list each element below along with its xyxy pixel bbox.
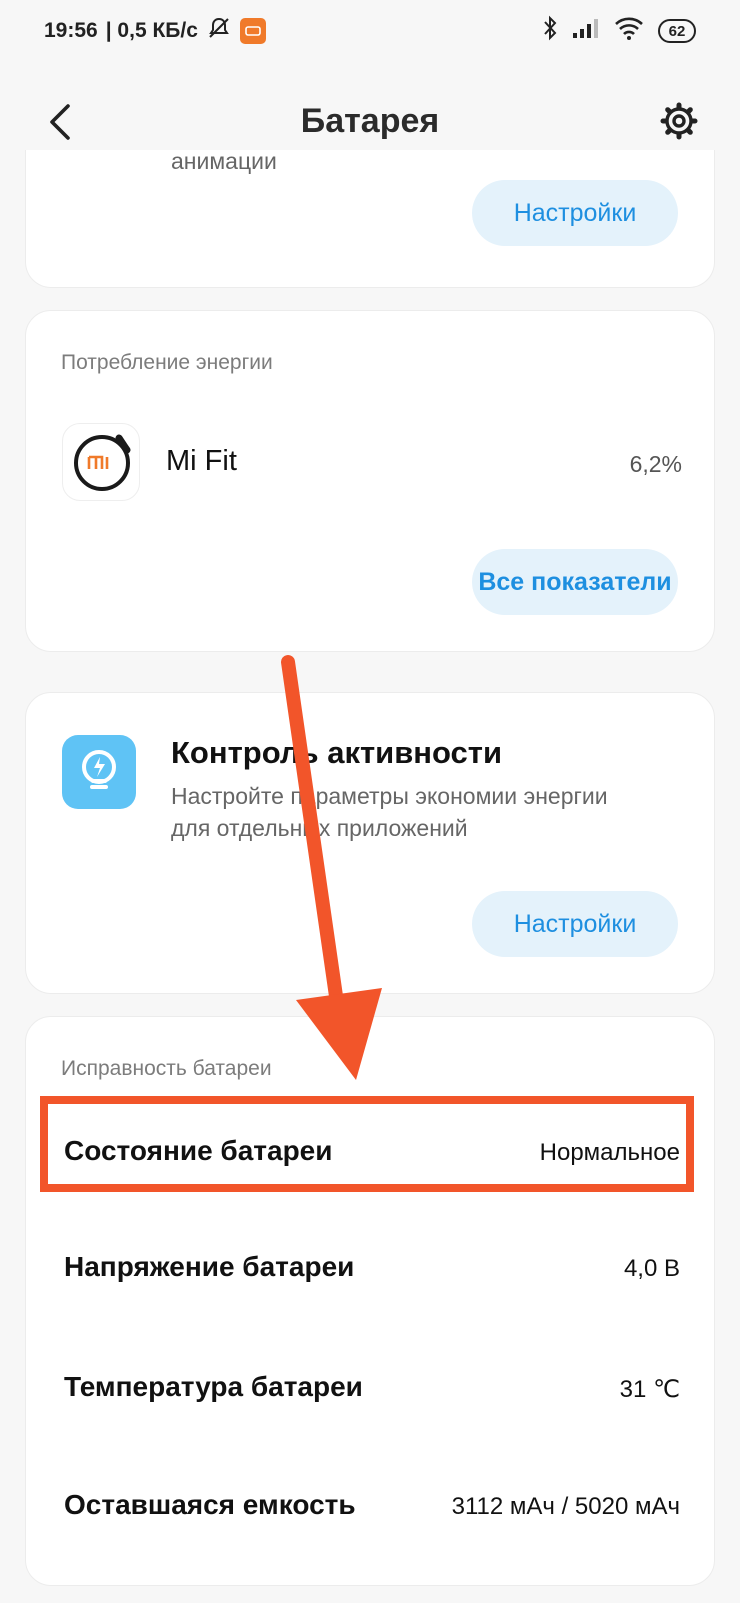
battery-voltage-label: Напряжение батареи: [64, 1251, 355, 1282]
clock: 19:56: [44, 19, 98, 42]
energy-consumption-card: Потребление энергии Mi Fit 6,2% Все пока…: [25, 310, 715, 652]
top-app-bar: Батарея: [0, 84, 740, 158]
chevron-left-icon: [50, 104, 70, 140]
animation-card: анимации Настройки: [25, 148, 715, 288]
wifi-icon: [614, 16, 644, 46]
page-title: Батарея: [300, 101, 440, 140]
battery-capacity-value: 3112 мАч / 5020 мАч: [451, 1493, 680, 1520]
mi-notification-icon: [239, 18, 266, 44]
animation-settings-button[interactable]: Настройки: [472, 180, 678, 246]
battery-capacity-row[interactable]: Оставшаяся емкость 3112 мАч / 5020 мАч: [26, 1455, 716, 1555]
all-metrics-button[interactable]: Все показатели: [472, 549, 678, 615]
battery-indicator: 62: [658, 19, 696, 43]
bluetooth-icon: [542, 15, 558, 47]
animation-partial-text: анимации: [171, 148, 277, 174]
activity-settings-button[interactable]: Настройки: [472, 891, 678, 957]
app-name: Mi Fit: [166, 445, 237, 477]
battery-temperature-label: Температура батареи: [64, 1371, 363, 1402]
activity-control-card: Контроль активности Настройте параметры …: [25, 692, 715, 994]
energy-section-label: Потребление энергии: [61, 351, 273, 374]
battery-temperature-value: 31 ℃: [619, 1376, 680, 1403]
app-row-mi-fit[interactable]: Mi Fit 6,2%: [62, 423, 682, 503]
gear-icon: [660, 102, 698, 140]
network-speed: | 0,5 КБ/с: [105, 19, 198, 42]
activity-description-line2: для отдельных приложений: [171, 815, 468, 841]
muted-alarm-icon: [206, 15, 232, 47]
activity-app-icon: [62, 735, 136, 809]
activity-description-line1: Настройте параметры экономии энергии: [171, 783, 608, 809]
battery-temperature-row[interactable]: Температура батареи 31 ℃: [26, 1337, 716, 1437]
health-section-label: Исправность батареи: [61, 1057, 272, 1080]
app-percent: 6,2%: [629, 451, 682, 477]
mi-fit-app-icon: [62, 423, 140, 501]
back-button[interactable]: [44, 102, 80, 142]
settings-button[interactable]: [660, 102, 698, 140]
status-bar-right: 62: [542, 15, 696, 47]
battery-capacity-label: Оставшаяся емкость: [64, 1489, 356, 1520]
signal-icon: [572, 17, 600, 45]
activity-title: Контроль активности: [171, 735, 503, 770]
battery-voltage-value: 4,0 В: [623, 1255, 680, 1282]
lightbulb-bolt-icon: [82, 750, 116, 789]
battery-voltage-row[interactable]: Напряжение батареи 4,0 В: [26, 1217, 716, 1317]
status-bar: 19:56 | 0,5 КБ/с 62: [0, 0, 740, 62]
annotation-highlight-box: [40, 1096, 694, 1192]
status-bar-left: 19:56 | 0,5 КБ/с: [44, 15, 266, 47]
